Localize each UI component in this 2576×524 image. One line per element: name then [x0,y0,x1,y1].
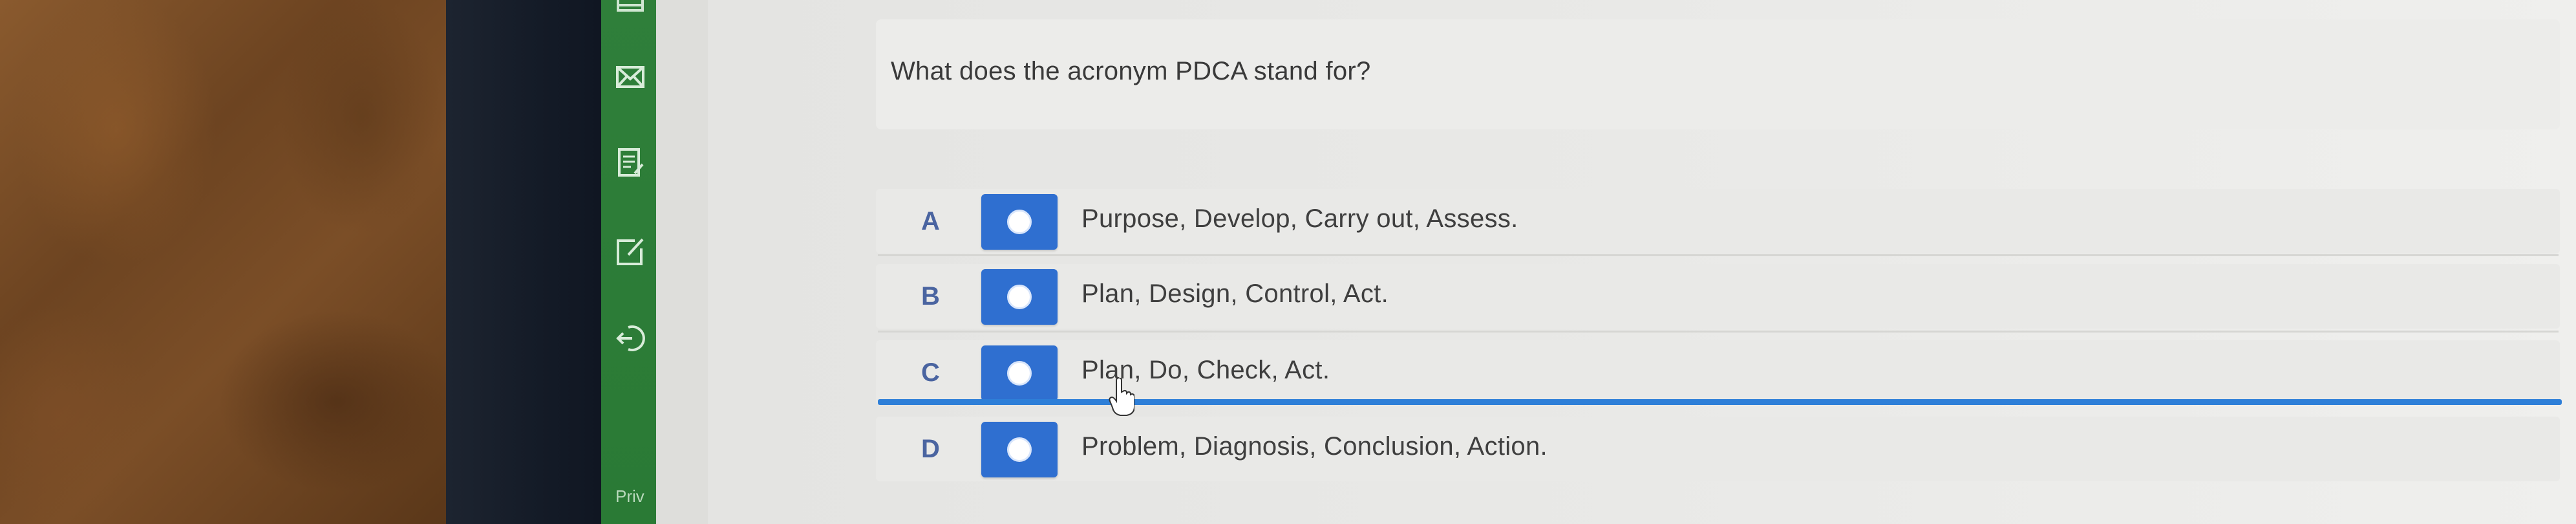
edit-icon[interactable] [615,237,645,267]
option-d[interactable]: D Problem, Diagnosis, Conclusion, Action… [876,417,2560,481]
option-d-radio-button[interactable] [981,422,1058,477]
option-text[interactable]: Problem, Diagnosis, Conclusion, Action. [1081,432,1548,461]
radio-dot-icon [1007,437,1032,462]
left-sidebar: Priv [601,0,656,524]
background-fabric [0,0,446,524]
option-text[interactable]: Plan, Design, Control, Act. [1081,279,1389,309]
row-divider [878,254,2559,256]
option-letter: C [921,358,940,387]
option-text[interactable]: Purpose, Develop, Carry out, Assess. [1081,204,1518,234]
radio-dot-icon [1007,361,1032,386]
privacy-link[interactable]: Priv [615,486,644,507]
option-letter: D [921,435,940,463]
option-a-radio-button[interactable] [981,194,1058,250]
option-c-radio-button[interactable] [981,345,1058,401]
option-a[interactable]: A Purpose, Develop, Carry out, Assess. [876,189,2560,254]
option-letter: A [921,207,940,235]
logout-icon[interactable] [615,323,645,353]
radio-dot-icon [1007,210,1032,234]
mail-icon[interactable] [615,62,645,92]
option-b[interactable]: B Plan, Design, Control, Act. [876,264,2560,329]
question-text: What does the acronym PDCA stand for? [891,57,1371,85]
content-gutter [656,0,709,524]
radio-dot-icon [1007,285,1032,309]
option-letter: B [921,282,940,311]
option-b-radio-button[interactable] [981,269,1058,325]
row-divider [878,331,2559,333]
calendar-icon[interactable] [615,0,645,16]
notes-icon[interactable] [615,147,645,177]
screen-bezel [446,0,601,524]
hand-cursor-icon [1109,377,1135,417]
